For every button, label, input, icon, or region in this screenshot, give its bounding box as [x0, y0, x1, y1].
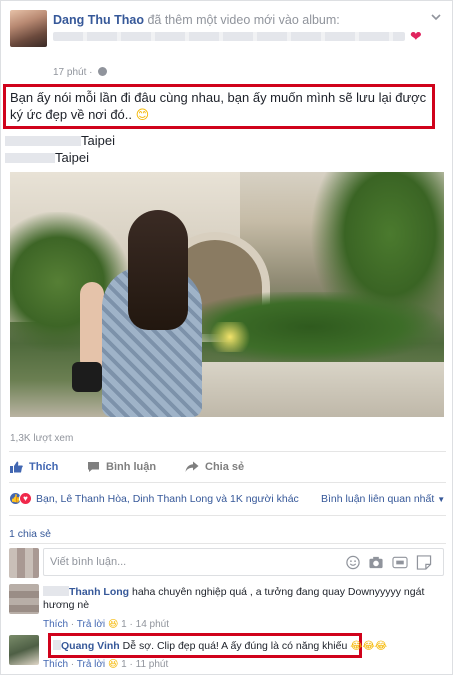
comment-sort-label: Bình luận liên quan nhất — [321, 493, 435, 505]
video-player[interactable] — [10, 172, 444, 417]
meta-separator: · — [70, 619, 75, 630]
comment-input[interactable]: Viết bình luận... — [43, 548, 444, 576]
comment-reply-link[interactable]: Trả lời — [77, 659, 105, 670]
video-person-bag — [72, 362, 102, 392]
commenter-name[interactable]: Thanh Long — [69, 586, 129, 598]
post-caption: Bạn ấy nói mỗi lần đi đâu cùng nhau, bạn… — [3, 84, 435, 129]
video-bg-path — [180, 362, 444, 417]
comment-reply-link[interactable]: Trả lời — [77, 619, 105, 630]
post-meta: 17 phút · — [53, 67, 108, 78]
comment-button[interactable]: Bình luận — [87, 461, 156, 473]
share-icon — [185, 461, 199, 472]
commenter-avatar[interactable] — [9, 584, 39, 614]
comment-label: Bình luận — [106, 461, 157, 473]
current-user-avatar — [9, 548, 39, 578]
emoji-icon[interactable] — [345, 555, 361, 570]
comment-reaction-count[interactable]: 1 — [121, 659, 127, 670]
video-bg-flowers — [200, 322, 260, 352]
laugh-emoji: 😆 — [107, 619, 119, 630]
comment-time[interactable]: 11 phút — [136, 659, 169, 670]
thumbs-up-icon — [10, 461, 23, 473]
laugh-emojis: 😂😂😂 — [350, 640, 388, 652]
gif-icon[interactable] — [392, 555, 408, 570]
comment-meta: Thích · Trả lời 😆 1 · 11 phút — [43, 659, 168, 670]
divider — [9, 451, 446, 452]
author-avatar[interactable] — [10, 10, 47, 47]
divider — [9, 515, 446, 516]
author-name[interactable]: Dang Thu Thao — [53, 13, 144, 27]
share-label: Chia sẻ — [205, 461, 245, 473]
meta-separator: · — [89, 67, 93, 78]
reactions-summary[interactable]: 👍 ♥ Bạn, Lê Thanh Hòa, Dinh Thanh Long v… — [9, 492, 299, 505]
like-button[interactable]: Thích — [10, 461, 58, 473]
name-prefix-blurred — [53, 640, 61, 650]
meta-separator: · — [129, 659, 133, 670]
commenter-avatar[interactable] — [9, 635, 39, 665]
divider — [9, 543, 446, 544]
video-person-arm — [80, 282, 104, 372]
meta-separator: · — [70, 659, 75, 670]
post-action-text: đã thêm một video mới vào album: — [147, 13, 340, 27]
comment-like-link[interactable]: Thích — [43, 659, 68, 670]
like-label: Thích — [29, 461, 59, 473]
tagged-people-blurred — [5, 153, 55, 163]
comment-icon — [88, 462, 99, 472]
meta-separator: · — [129, 619, 133, 630]
love-reaction-icon: ♥ — [19, 492, 32, 505]
video-person-hair — [128, 210, 188, 330]
comment-like-link[interactable]: Thích — [43, 619, 68, 630]
comment-meta: Thích · Trả lời 😆 1 · 14 phút — [43, 619, 169, 630]
sticker-icon[interactable] — [416, 555, 432, 570]
location-line-1: Taipei — [5, 133, 115, 148]
commenter-name[interactable]: Quang Vinh — [61, 640, 120, 652]
globe-icon — [98, 67, 108, 76]
tagged-people-blurred — [5, 136, 81, 146]
chevron-down-icon[interactable] — [430, 11, 442, 23]
comment-placeholder: Viết bình luận... — [50, 556, 127, 568]
view-count: 1,3K lượt xem — [10, 433, 74, 444]
comment-text: Dễ sợ. Clip đẹp quá! A ấy đúng là có năn… — [122, 640, 348, 652]
camera-icon[interactable] — [368, 555, 384, 570]
comment-reaction-count[interactable]: 1 — [121, 619, 127, 630]
laugh-emoji: 😆 — [107, 659, 119, 670]
album-name-blurred — [53, 32, 405, 41]
location-line-2: Taipei — [5, 150, 89, 165]
reactions-text: Bạn, Lê Thanh Hòa, Dinh Thanh Long và 1K… — [36, 492, 299, 505]
comment-item: Quang Vinh Dễ sợ. Clip đẹp quá! A ấy đún… — [53, 640, 448, 653]
heart-icon: ❤ — [410, 28, 422, 44]
location-name[interactable]: Taipei — [55, 150, 89, 165]
name-prefix-blurred — [43, 586, 69, 596]
comment-sort-dropdown[interactable]: Bình luận liên quan nhất ▼ — [321, 493, 445, 505]
comment-item: Thanh Long haha chuyên nghiệp quá , a tư… — [43, 586, 443, 612]
share-button[interactable]: Chia sẻ — [185, 461, 244, 473]
location-name[interactable]: Taipei — [81, 133, 115, 148]
caption-text: Bạn ấy nói mỗi lần đi đâu cùng nhau, bạn… — [10, 90, 427, 122]
divider — [9, 482, 446, 483]
comment-time[interactable]: 14 phút — [136, 619, 169, 630]
caret-down-icon: ▼ — [437, 495, 446, 504]
share-count[interactable]: 1 chia sẻ — [9, 528, 51, 540]
smile-emoji: 😊 — [135, 107, 150, 122]
post-card: Dang Thu Thao đã thêm một video mới vào … — [0, 0, 453, 675]
post-time[interactable]: 17 phút — [53, 67, 86, 78]
post-header: Dang Thu Thao đã thêm một video mới vào … — [53, 13, 340, 27]
